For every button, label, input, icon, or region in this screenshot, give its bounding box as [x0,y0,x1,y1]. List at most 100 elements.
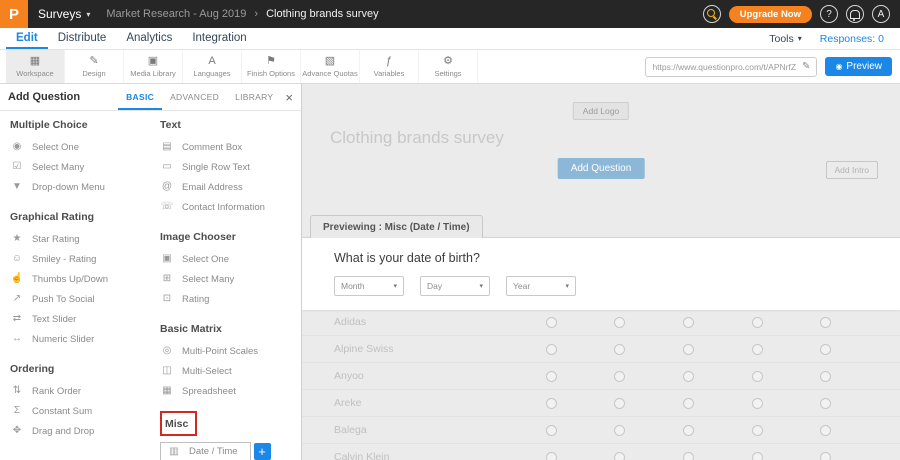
question-type-thumbs-updown[interactable]: ☝ Thumbs Up/Down [10,269,152,289]
preview-button[interactable]: ◉ Preview [825,57,892,76]
tab-library[interactable]: LIBRARY [227,84,281,110]
tools-menu-label: Tools [769,33,794,45]
matrix-radio[interactable] [752,452,763,460]
pencil-icon[interactable]: ✎ [802,61,810,72]
add-logo-button[interactable]: Add Logo [573,102,629,120]
question-type-drag-and-drop[interactable]: ✥ Drag and Drop [10,421,152,441]
question-type-image-rating[interactable]: ⊡ Rating [160,289,301,309]
toolbar-item-languages[interactable]: A Languages [183,50,242,83]
matrix-radio[interactable] [752,317,763,328]
help-button[interactable]: ? [820,5,838,23]
toolbar-item-media-library[interactable]: ▣ Media Library [124,50,183,83]
matrix-radio[interactable] [820,425,831,436]
comment-box-icon: ▤ [160,142,174,152]
avatar[interactable]: A [872,5,890,23]
toolbar-item-variables[interactable]: ƒ Variables [360,50,419,83]
matrix-radio[interactable] [614,452,625,460]
questionpro-logo[interactable]: P [0,0,28,28]
question-type-label: Contact Information [182,202,265,213]
add-intro-button[interactable]: Add Intro [826,161,879,179]
question-type-image-select-many[interactable]: ⊞ Select Many [160,269,301,289]
question-type-spreadsheet[interactable]: ▦ Spreadsheet [160,381,301,401]
matrix-radio[interactable] [546,317,557,328]
matrix-radio[interactable] [752,398,763,409]
question-type-select-one[interactable]: ◉ Select One [10,137,152,157]
nav-tab-integration[interactable]: Integration [182,28,256,49]
add-date-time-button[interactable]: + [254,443,271,460]
question-type-comment-box[interactable]: ▤ Comment Box [160,137,301,157]
matrix-radio[interactable] [820,344,831,355]
question-type-label: Email Address [182,182,243,193]
question-type-push-to-social[interactable]: ↗ Push To Social [10,289,152,309]
matrix-radio[interactable] [683,452,694,460]
matrix-radio[interactable] [546,425,557,436]
tab-basic[interactable]: BASIC [118,84,162,110]
section-heading: Ordering [10,363,152,375]
toolbar-item-advance-quotas[interactable]: ▧ Advance Quotas [301,50,360,83]
survey-title[interactable]: Clothing brands survey [330,128,504,148]
matrix-radio[interactable] [546,344,557,355]
question-type-rank-order[interactable]: ⇅ Rank Order [10,381,152,401]
matrix-radio[interactable] [752,344,763,355]
matrix-radio[interactable] [546,452,557,460]
matrix-radio[interactable] [546,398,557,409]
matrix-radio[interactable] [820,371,831,382]
question-type-star-rating[interactable]: ★ Star Rating [10,229,152,249]
matrix-radio[interactable] [752,425,763,436]
question-type-contact-information[interactable]: ☏ Contact Information [160,197,301,217]
toolbar-item-workspace[interactable]: ▦ Workspace [6,50,65,83]
question-type-text-slider[interactable]: ⇄ Text Slider [10,309,152,329]
matrix-radio[interactable] [683,371,694,382]
matrix-radio[interactable] [614,371,625,382]
add-question-button[interactable]: Add Question [558,158,645,179]
responses-count[interactable]: Responses: 0 [820,33,884,45]
matrix-radio[interactable] [614,344,625,355]
radio-icon: ◉ [10,142,24,152]
question-type-single-row-text[interactable]: ▭ Single Row Text [160,157,301,177]
question-type-select-many[interactable]: ☑ Select Many [10,157,152,177]
question-type-dropdown-menu[interactable]: ▼ Drop-down Menu [10,177,152,197]
question-type-multi-select[interactable]: ◫ Multi-Select [160,361,301,381]
notifications-button[interactable] [846,5,864,23]
toolbar-item-settings[interactable]: ⚙ Settings [419,50,478,83]
matrix-radio[interactable] [614,398,625,409]
question-type-constant-sum[interactable]: Σ Constant Sum [10,401,152,421]
toolbar-item-finish-options[interactable]: ⚑ Finish Options [242,50,301,83]
question-type-multi-point-scales[interactable]: ◎ Multi-Point Scales [160,341,301,361]
upgrade-now-button[interactable]: Upgrade Now [729,6,812,23]
survey-url-field[interactable]: https://www.questionpro.com/t/APNrfZ ✎ [645,57,817,77]
toolbar-item-design[interactable]: ✎ Design [65,50,124,83]
matrix-radio[interactable] [683,425,694,436]
nav-tab-edit[interactable]: Edit [6,28,48,49]
question-type-email-address[interactable]: @ Email Address [160,177,301,197]
surveys-menu[interactable]: Surveys ▾ [28,7,106,21]
question-type-label: Select One [182,254,229,265]
matrix-radio[interactable] [820,317,831,328]
nav-tab-analytics[interactable]: Analytics [116,28,182,49]
matrix-radio[interactable] [683,398,694,409]
question-type-image-select-one[interactable]: ▣ Select One [160,249,301,269]
matrix-radio[interactable] [683,344,694,355]
nav-tab-distribute[interactable]: Distribute [48,28,117,49]
day-select[interactable]: Day ▾ [420,276,490,296]
matrix-radio[interactable] [614,317,625,328]
close-icon[interactable]: × [285,91,293,104]
month-select[interactable]: Month ▾ [334,276,404,296]
question-type-numeric-slider[interactable]: ↔ Numeric Slider [10,329,152,349]
matrix-radio[interactable] [683,317,694,328]
question-type-date-time[interactable]: ▥ Date / Time [160,442,251,460]
date-time-row: ▥ Date / Time + [160,442,301,460]
tools-menu[interactable]: Tools ▾ [769,33,802,45]
matrix-radio[interactable] [820,398,831,409]
search-icon[interactable] [703,5,721,23]
matrix-radio[interactable] [752,371,763,382]
matrix-radio[interactable] [614,425,625,436]
matrix-radio[interactable] [546,371,557,382]
matrix-radio[interactable] [820,452,831,460]
tab-advanced[interactable]: ADVANCED [162,84,227,110]
question-type-smiley-rating[interactable]: ☺ Smiley - Rating [10,249,152,269]
breadcrumb-parent[interactable]: Market Research - Aug 2019 [106,8,246,20]
matrix-row: Balega [302,417,900,444]
year-select[interactable]: Year ▾ [506,276,576,296]
section-ordering: Ordering ⇅ Rank Order Σ Constant Sum ✥ D… [10,363,152,441]
